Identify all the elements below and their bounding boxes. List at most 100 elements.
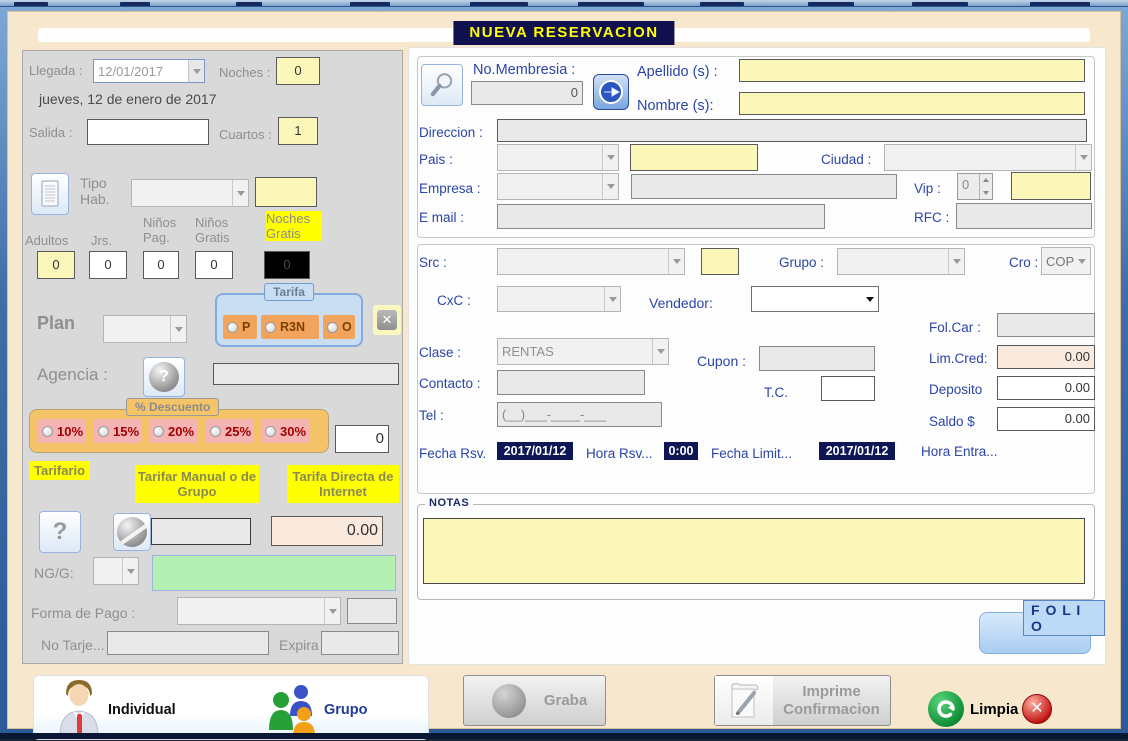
contacto-field[interactable] <box>497 370 645 395</box>
hora-rsv-value: 0:00 <box>664 442 698 460</box>
limpia-button[interactable] <box>928 691 964 727</box>
radio-icon <box>153 426 164 437</box>
forma-pago-dropdown[interactable] <box>177 597 341 625</box>
individual-label[interactable]: Individual <box>108 702 176 718</box>
vip-note-field[interactable] <box>1011 172 1091 200</box>
clase-dropdown[interactable]: RENTAS <box>497 338 669 365</box>
no-tarjeta-field[interactable] <box>107 631 269 655</box>
noches-field[interactable]: 0 <box>276 57 320 85</box>
expira-label: Expira <box>279 637 319 653</box>
jrs-field[interactable]: 0 <box>89 251 127 279</box>
membresia-field[interactable]: 0 <box>471 81 583 105</box>
limpia-label[interactable]: Limpia <box>970 701 1018 718</box>
pais-code-field[interactable] <box>630 144 758 171</box>
notas-textarea[interactable] <box>423 518 1085 584</box>
apellido-field[interactable] <box>739 59 1085 82</box>
empresa-code-field[interactable] <box>631 174 897 199</box>
tel-field[interactable]: (__)___-____-___ <box>497 402 662 427</box>
email-field[interactable] <box>497 204 825 229</box>
descuento-radio-10[interactable]: 10% <box>38 419 86 443</box>
limcred-field[interactable]: 0.00 <box>997 345 1095 369</box>
tarifar-manual-button[interactable]: Tarifar Manual o de Grupo <box>135 465 259 503</box>
notepad-icon <box>38 179 62 209</box>
rfc-field[interactable] <box>956 203 1092 229</box>
agencia-field[interactable] <box>213 363 399 385</box>
tipo-hab-field[interactable] <box>255 177 317 207</box>
direccion-field[interactable] <box>497 119 1087 142</box>
imprime-confirmacion-button[interactable]: Imprime Confirmacion <box>714 675 891 726</box>
rate-code-field[interactable] <box>151 518 251 545</box>
forma-pago-label: Forma de Pago : <box>31 605 135 621</box>
tarifa-radio-o[interactable]: O <box>323 315 355 339</box>
tarifa-clear-button[interactable]: ✕ <box>373 305 401 335</box>
ngg-dropdown[interactable] <box>93 557 139 585</box>
agencia-search-button[interactable]: ? <box>143 357 185 397</box>
cupon-label: Cupon : <box>697 353 746 369</box>
src-label: Src : <box>419 255 447 270</box>
membresia-search-button[interactable] <box>421 64 463 106</box>
load-member-button[interactable] <box>593 74 629 110</box>
llegada-dropdown-arrow[interactable] <box>188 60 204 82</box>
ciudad-dropdown[interactable] <box>884 144 1092 171</box>
grupo-label[interactable]: Grupo <box>324 702 368 718</box>
vendedor-dropdown[interactable] <box>751 286 879 312</box>
globe-icon <box>117 517 147 547</box>
llegada-label: Llegada : <box>29 63 83 78</box>
help-button[interactable]: ? <box>39 511 81 553</box>
close-window-button[interactable]: ✕ <box>1022 694 1052 724</box>
descuento-radio-20[interactable]: 20% <box>149 419 198 443</box>
descuento-radio-15[interactable]: 15% <box>94 419 141 443</box>
cuartos-field[interactable]: 1 <box>278 117 318 145</box>
tarifa-directa-button[interactable]: Tarifa Directa de Internet <box>287 465 399 503</box>
descuento-radio-25[interactable]: 25% <box>206 419 254 443</box>
individual-button[interactable] <box>56 678 102 741</box>
vendedor-label: Vendedor: <box>649 295 713 311</box>
folio-label[interactable]: F O L I O <box>1023 600 1105 636</box>
rate-globe-button[interactable] <box>113 513 151 551</box>
src-code-field[interactable] <box>701 248 739 275</box>
tipo-hab-dropdown[interactable] <box>131 179 249 207</box>
descuento-radio-30[interactable]: 30% <box>261 419 309 443</box>
pais-dropdown[interactable] <box>497 144 619 171</box>
vip-spinner[interactable]: 0 <box>957 173 993 200</box>
tarifa-radio-p[interactable]: P <box>223 315 257 339</box>
descuento-value-field[interactable]: 0 <box>335 425 389 453</box>
plan-dropdown[interactable] <box>103 315 187 343</box>
agencia-label: Agencia : <box>37 365 108 385</box>
noches-gratis-field: 0 <box>264 251 310 279</box>
grupo-dropdown[interactable] <box>837 248 965 275</box>
saldo-field[interactable]: 0.00 <box>997 407 1095 431</box>
graba-button[interactable]: Graba <box>463 675 606 726</box>
deposito-field[interactable]: 0.00 <box>997 376 1095 400</box>
ninos-gratis-field[interactable]: 0 <box>195 251 233 279</box>
clase-label: Clase : <box>419 345 461 360</box>
cro-dropdown[interactable]: COP <box>1041 247 1091 275</box>
tarifa-radio-r3n[interactable]: R3N <box>261 315 319 339</box>
room-list-button[interactable] <box>31 173 69 215</box>
adultos-field[interactable]: 0 <box>37 251 75 279</box>
tarifario-button[interactable]: Tarifario <box>29 461 90 480</box>
llegada-date-picker[interactable]: 12/01/2017 <box>93 59 205 83</box>
src-dropdown[interactable] <box>497 248 685 275</box>
vip-label: Vip : <box>914 181 941 196</box>
graba-label: Graba <box>526 692 605 709</box>
top-menu-strip <box>0 0 1128 7</box>
folcar-field[interactable] <box>997 313 1095 337</box>
cxc-dropdown[interactable] <box>497 286 621 312</box>
ninos-pag-field[interactable]: 0 <box>143 251 179 279</box>
salida-field[interactable] <box>87 119 209 145</box>
forma-pago-code-field[interactable] <box>347 598 397 624</box>
spinner-arrows-icon[interactable] <box>979 174 992 199</box>
expira-field[interactable] <box>321 631 399 655</box>
jrs-label: Jrs. <box>91 233 112 248</box>
descuento-30-label: 30% <box>280 424 306 439</box>
ninos-gratis-label: Niños Gratis <box>195 215 243 245</box>
nombre-field[interactable] <box>739 92 1085 115</box>
tc-field[interactable] <box>821 376 875 401</box>
tarifa-group: Tarifa P R3N O <box>215 293 363 347</box>
vip-value: 0 <box>958 174 979 199</box>
cro-label: Cro : <box>1009 255 1038 270</box>
cupon-field[interactable] <box>759 346 875 371</box>
empresa-dropdown[interactable] <box>497 173 619 200</box>
rate-amount-field[interactable]: 0.00 <box>271 516 383 546</box>
